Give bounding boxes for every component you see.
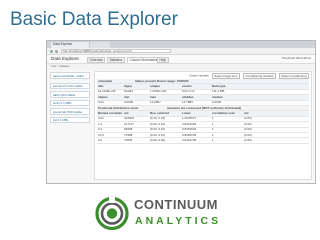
- breadcrumb-bar: root > dataset: [47, 64, 315, 70]
- table-cell: 0.01: [98, 117, 104, 121]
- table-cell: dim: [98, 84, 104, 88]
- sidebar: target worldwide, alpha element h3-100 s…: [50, 72, 90, 180]
- summary-table: univariate Values present Rows/ range: 15…: [97, 79, 309, 144]
- continuum-logo-mark: [95, 196, 129, 231]
- table-cell: [0.00, 0.10]: [150, 122, 166, 126]
- table-cell: 1.0045677: [182, 117, 197, 121]
- browser-tabbar: Data Explorer: [47, 41, 315, 48]
- address-input[interactable]: http://localhost:8888/notebooks/data_exp…: [61, 49, 171, 53]
- table-cell: cnt: [124, 111, 129, 115]
- sidebar-item[interactable]: table QFS stable: [50, 91, 90, 98]
- table-cell: [0.10, 0.10]: [150, 117, 166, 121]
- back-icon[interactable]: [50, 49, 53, 53]
- table-cell: Rec. centroid: [150, 111, 170, 115]
- continuum-logo: CONTINUUM ANALYTICS: [94, 196, 230, 231]
- table-cell: shidden: [182, 95, 194, 99]
- tab-help[interactable]: Help: [157, 57, 169, 64]
- table-cell: 1: [212, 138, 214, 142]
- table-cell: [0.00, 0.10]: [150, 128, 166, 132]
- tab-column-summaries[interactable]: Column Summaries: [127, 57, 160, 64]
- tab-overview[interactable]: Overview: [87, 57, 106, 64]
- sidebar-item[interactable]: spend fair PKR stable: [50, 108, 90, 115]
- table-cell: 13.0807: [150, 101, 161, 105]
- sidebar-item[interactable]: target worldwide, alpha: [50, 72, 90, 79]
- table-cell: 0.0000: [124, 101, 134, 105]
- sidebar-item[interactable]: array 0 1 MBL: [50, 99, 90, 106]
- table-cell: median: [212, 95, 223, 99]
- sidebar-item[interactable]: element h3-100 stable: [50, 82, 90, 89]
- table-cell: 0.01 0.12: [182, 90, 195, 94]
- table-cell: min: [124, 95, 130, 99]
- table-cell: 1.0000e+06: [150, 90, 166, 94]
- table-cell: unique: [150, 84, 160, 88]
- table-cell: 0.01: [98, 101, 104, 105]
- logo-word-analytics: ANALYTICS: [135, 215, 222, 227]
- row-label: univariate: [98, 79, 113, 83]
- table-cell: correlation coef: [212, 111, 235, 115]
- main-panel: Single variable Select target sum Condit…: [94, 71, 312, 180]
- app-title: Data Explorer: [51, 56, 80, 61]
- table-cell: 1.0: [98, 122, 103, 126]
- table-cell: (0.00): [244, 117, 252, 121]
- table-cell: Binned correlation coef: [98, 111, 122, 115]
- table-cell: cnt: [244, 111, 249, 115]
- row-description: Values present Rows/ range: 1500000: [135, 78, 189, 83]
- table-cell: 96908: [124, 128, 133, 132]
- app-header: Data Explorer Overview Statistics Column…: [47, 55, 315, 64]
- table-cell: 10.0: [98, 133, 104, 137]
- tab-statistics[interactable]: Statistics: [107, 57, 125, 64]
- table-cell: 111.4 MB: [212, 90, 225, 94]
- table-cell: 1: [212, 117, 214, 121]
- table-cell: (0.00): [244, 128, 252, 132]
- top-right-controls[interactable]: Threshold Wind Show: [282, 57, 311, 60]
- table-cell: 70835: [124, 138, 133, 142]
- table-cell: 0.8491069: [182, 122, 197, 126]
- table-cell: 71988: [124, 133, 133, 137]
- slide-title: Basic Data Explorer: [10, 9, 178, 30]
- table-cell: [0.00, 0.00]: [150, 138, 166, 142]
- row-label: Positional distribution summary: [98, 106, 138, 110]
- table-cell: 1: [212, 128, 214, 132]
- logo-word-continuum: CONTINUUM: [134, 197, 218, 212]
- table-cell: float64: [124, 90, 134, 94]
- table-cell: 0.0: [98, 138, 103, 142]
- breadcrumb[interactable]: root > dataset: [51, 65, 69, 68]
- browser-urlbar: http://localhost:8888/notebooks/data_exp…: [47, 48, 315, 55]
- control-label: Single variable: [189, 73, 209, 78]
- browser-tab-label: Data Explorer: [53, 42, 73, 46]
- table-cell: (0.00): [244, 138, 252, 142]
- table-cell: 0.4000: [212, 101, 222, 105]
- table-cell: 13.7883: [182, 101, 193, 105]
- table-cell: [0.00, 0.10]: [150, 133, 166, 137]
- table-cell: 0.8950135: [182, 133, 197, 137]
- table-cell: 1: [212, 122, 214, 126]
- table-row: 0.0 70835 [0.00, 0.00] 0.8401798 1 (0.00): [97, 138, 309, 144]
- table-cell: (0.00): [244, 133, 252, 137]
- table-cell: dtype: [124, 84, 133, 88]
- table-cell: 0.1: [98, 128, 103, 132]
- table-cell: nbytes: [98, 95, 108, 99]
- forward-icon[interactable]: [55, 49, 58, 53]
- table-cell: 0.8401798: [182, 138, 197, 142]
- table-cell: max: [150, 95, 157, 99]
- table-cell: a1.1148e+05: [98, 90, 116, 94]
- table-cell: Lower: [182, 111, 191, 115]
- table-cell: 0.8451503: [182, 128, 197, 132]
- browser-screenshot: Data Explorer http://localhost:8888/note…: [46, 40, 316, 184]
- table-cell: (0.00): [244, 122, 252, 126]
- table-cell: counts: [182, 84, 192, 88]
- table-cell: 217117: [124, 122, 134, 126]
- table-cell: Data type: [212, 84, 226, 88]
- sidebar-item[interactable]: list 0 1 MBL: [50, 116, 90, 123]
- table-cell: 1: [212, 133, 214, 137]
- section-note: elements are connected (NOT uniformly di…: [167, 105, 242, 110]
- table-cell: 442900: [124, 117, 135, 121]
